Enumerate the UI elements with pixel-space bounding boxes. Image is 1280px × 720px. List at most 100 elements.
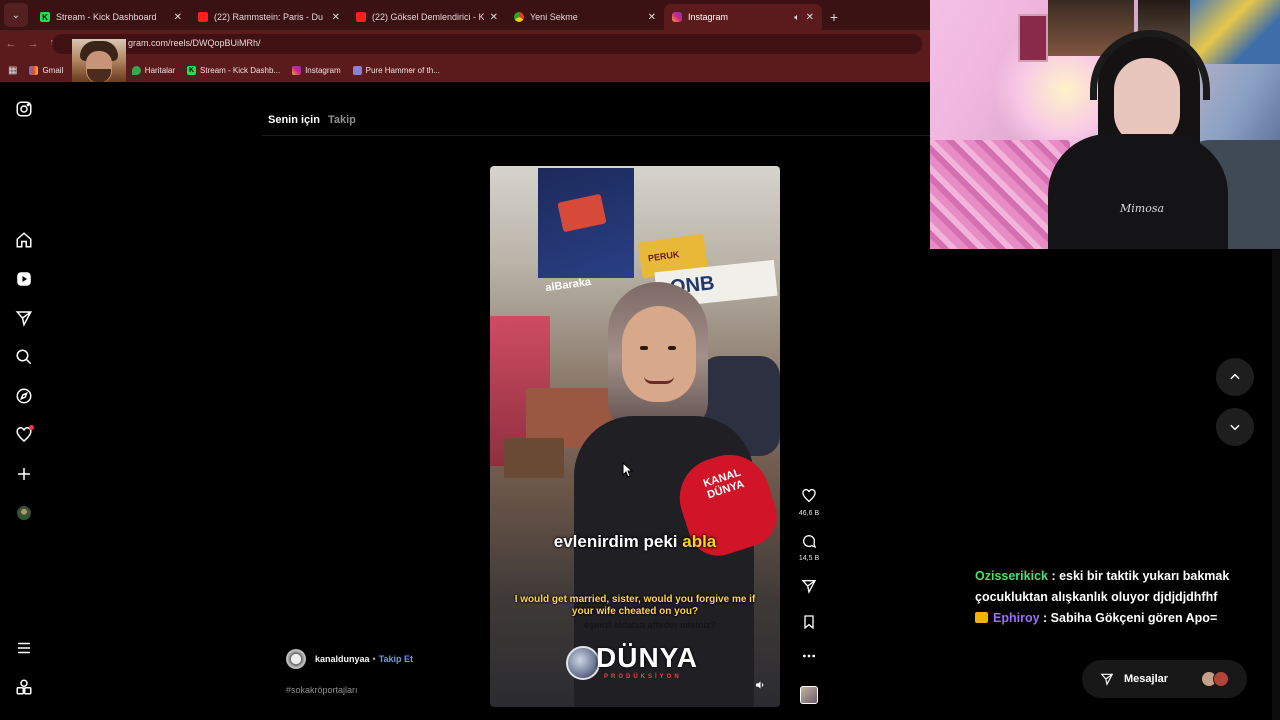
bookmark-kick[interactable]: K Stream - Kick Dashb...	[187, 65, 281, 75]
caption-main: evlenirdim peki abla	[490, 532, 780, 552]
screen: ⌄ K Stream - Kick Dashboard ✕ (22) Ramms…	[0, 0, 1280, 720]
tab-following[interactable]: Takip	[328, 114, 356, 126]
caption-highlight: abla	[682, 532, 717, 551]
back-icon[interactable]: ←	[0, 38, 22, 50]
reel-hashtag[interactable]: #sokakröportajları	[286, 685, 358, 695]
notifications-heart-icon[interactable]	[14, 425, 34, 445]
bookmark-hammer[interactable]: Pure Hammer of th...	[352, 65, 440, 75]
reels-icon[interactable]	[14, 269, 34, 289]
bench	[504, 438, 564, 478]
instagram-sidebar	[0, 82, 48, 720]
more-options-button[interactable]	[796, 648, 822, 669]
speaker-icon[interactable]: 🔈︎	[794, 12, 799, 23]
subscriber-badge-icon	[975, 612, 988, 623]
caption-turkish-faint: eşinizi aldatsa affeder misiniz?	[583, 620, 717, 630]
bookmark-maps[interactable]: Haritalar	[131, 65, 176, 75]
comment-count: 14,5 B	[798, 555, 820, 562]
profile-avatar[interactable]	[14, 503, 34, 523]
scrollbar[interactable]	[1272, 250, 1280, 720]
instagram-icon	[672, 12, 682, 22]
bookmark-instagram[interactable]: Instagram	[292, 65, 341, 75]
save-button[interactable]	[796, 614, 822, 635]
mouse-cursor-icon	[622, 462, 634, 478]
tab-search-button[interactable]: ⌄	[4, 3, 28, 27]
instagram-icon	[292, 65, 302, 75]
stream-chat: Ozisserikick : eski bir taktik yukarı ba…	[975, 566, 1265, 629]
previous-reel-button[interactable]	[1216, 358, 1254, 396]
like-button[interactable]: 46,6 B	[796, 488, 822, 517]
author-avatar[interactable]	[286, 649, 306, 669]
tab-title: (22) Rammstein: Paris - Du Hast	[214, 12, 326, 22]
bookmark-icon	[804, 615, 814, 630]
caption-main-text: evlenirdim peki	[553, 532, 683, 551]
share-button[interactable]	[796, 578, 822, 599]
tab-for-you[interactable]: Senin için	[268, 114, 320, 126]
globe-icon	[566, 646, 600, 680]
menu-hamburger-icon[interactable]	[14, 638, 34, 658]
more-icon	[803, 654, 815, 658]
bookmark-label: Stream - Kick Dashb...	[200, 65, 281, 75]
search-icon[interactable]	[14, 347, 34, 367]
reel-video[interactable]: alBaraka PERUK QNB KANAL DÜNYA evlenirdi…	[490, 166, 780, 707]
tab-instagram[interactable]: Instagram 🔈︎ ✕	[664, 4, 822, 30]
tab-title: Instagram	[688, 12, 729, 22]
direct-send-icon[interactable]	[14, 308, 34, 328]
tab-title: (22) Göksel Demlendirici - Klam	[372, 12, 484, 22]
gmail-icon	[29, 65, 39, 75]
comment-button[interactable]: 14,5 B	[796, 533, 822, 562]
messages-label: Mesajlar	[1124, 673, 1169, 685]
maps-icon	[131, 65, 141, 75]
chat-username: Ozisserikick	[975, 569, 1048, 583]
follow-button[interactable]: Takip Et	[379, 654, 413, 664]
tab-strip: ⌄ K Stream - Kick Dashboard ✕ (22) Ramms…	[0, 0, 930, 30]
dunya-watermark: DÜNYA PRODÜKSİYON	[566, 640, 726, 686]
direct-send-icon	[1100, 673, 1114, 686]
explore-icon[interactable]	[14, 386, 34, 406]
shirt-logo: Mimosa	[1120, 202, 1165, 215]
instagram-logo-icon[interactable]	[14, 99, 34, 119]
close-icon[interactable]: ✕	[648, 12, 656, 23]
volume-icon[interactable]	[754, 679, 766, 691]
tab-goksel[interactable]: (22) Göksel Demlendirici - Klam ✕	[348, 4, 506, 30]
chat-message: Ephiroy : Sabiha Gökçeni gören Apo=	[975, 608, 1265, 629]
close-icon[interactable]: ✕	[174, 12, 182, 23]
next-reel-button[interactable]	[1216, 408, 1254, 446]
kick-icon: K	[40, 12, 50, 22]
home-icon[interactable]	[14, 230, 34, 250]
tab-kick-dashboard[interactable]: K Stream - Kick Dashboard ✕	[32, 4, 190, 30]
create-plus-icon[interactable]	[14, 464, 34, 484]
tab-rammstein[interactable]: (22) Rammstein: Paris - Du Hast ✕	[190, 4, 348, 30]
apps-icon[interactable]: ▦	[8, 65, 17, 76]
close-icon[interactable]: ✕	[332, 12, 340, 23]
tab-title: Stream - Kick Dashboard	[56, 12, 157, 22]
chat-username: Ephiroy	[993, 611, 1040, 625]
forward-icon[interactable]: →	[22, 38, 44, 50]
also-from-meta-icon[interactable]	[14, 677, 34, 697]
new-tab-button[interactable]: +	[822, 4, 846, 30]
bookmarks-bar: ▦ Gmail e Haritalar K Stream - Kick Dash…	[0, 58, 930, 82]
youtube-icon	[198, 12, 208, 22]
bookmark-label: Instagram	[305, 65, 341, 75]
billboard	[538, 168, 634, 278]
url-text: gram.com/reels/DWQopBUiMRh/	[128, 38, 261, 48]
chat-message: Ozisserikick : eski bir taktik yukarı ba…	[975, 569, 1230, 604]
bookmark-label: Pure Hammer of th...	[365, 65, 440, 75]
message-avatars	[1201, 671, 1231, 687]
feed-tabs: Senin için Takip	[268, 114, 356, 126]
share-icon	[801, 580, 817, 594]
caption-english: I would get married, sister, would you f…	[514, 594, 756, 617]
close-icon[interactable]: ✕	[490, 12, 498, 23]
like-count: 46,6 B	[798, 510, 820, 517]
tab-new-tab[interactable]: Yeni Sekme ✕	[506, 4, 664, 30]
author-username[interactable]: kanaldunyaa	[315, 654, 370, 664]
close-icon[interactable]: ✕	[806, 12, 814, 23]
messages-button[interactable]: Mesajlar	[1082, 660, 1247, 698]
streamer-webcam: Mimosa	[930, 0, 1280, 249]
audio-thumbnail[interactable]	[796, 686, 822, 704]
bookmark-gmail[interactable]: Gmail	[29, 65, 63, 75]
reel-author: kanaldunyaa • Takip Et	[286, 649, 413, 669]
youtube-icon	[356, 12, 366, 22]
bookmark-label: Haritalar	[144, 65, 176, 75]
notification-dot	[29, 425, 34, 430]
watermark-text: DÜNYA	[596, 642, 698, 673]
